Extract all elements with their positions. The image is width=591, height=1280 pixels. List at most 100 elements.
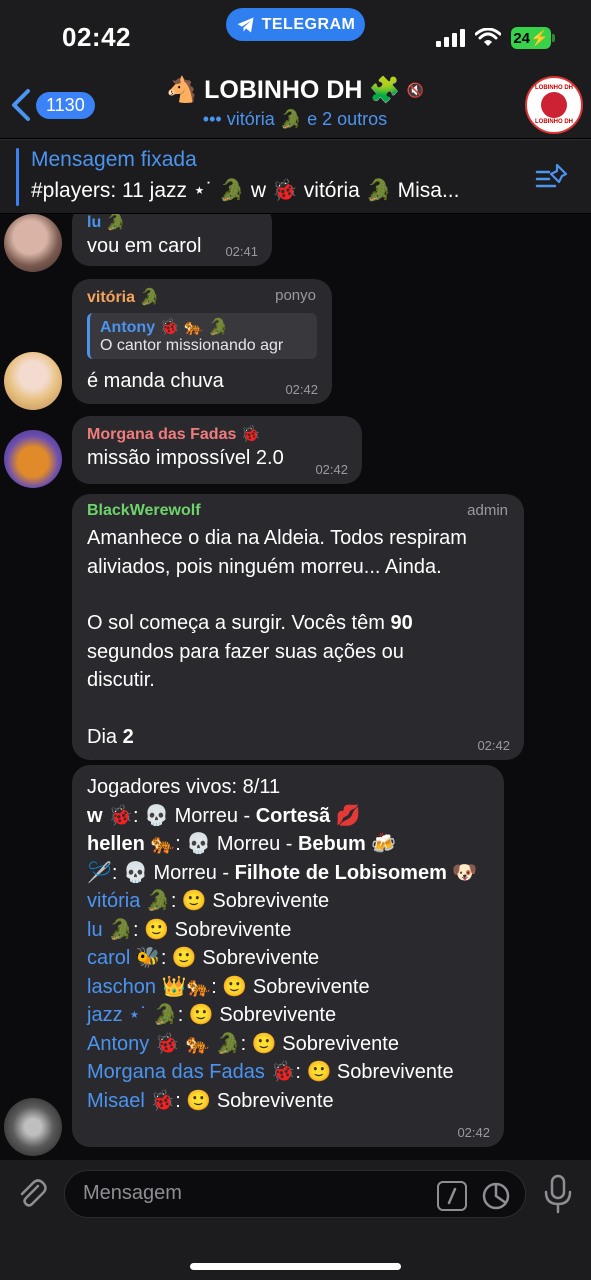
wifi-icon — [475, 28, 501, 46]
alive-player-row: vitória 🐊: 🙂 Sobrevivente — [87, 887, 489, 916]
composer — [0, 1160, 591, 1280]
clock: 02:42 — [62, 22, 131, 52]
typing-status: ••• vitória 🐊 e 2 outros — [202, 109, 388, 129]
paperclip-icon[interactable] — [14, 1176, 50, 1212]
player-status: : 🙂 Sobrevivente — [160, 947, 320, 969]
player-status: : 🙂 Sobrevivente — [175, 1089, 334, 1112]
signal-icon — [436, 29, 465, 47]
chat-header: 1130 🐴 LOBINHO DH 🧩 🔇 ••• vitória 🐊 e 2 … — [0, 70, 591, 138]
message-time: 02:41 — [225, 244, 258, 259]
alive-player-row: jazz ⋆˙ 🐊: 🙂 Sobrevivente — [87, 1001, 489, 1030]
player-mention[interactable]: lu 🐊 — [87, 919, 133, 941]
player-status: : 🙂 Sobrevivente — [133, 918, 292, 941]
players-list: Jogadores vivos: 8/11 w 🐞: 💀 Morreu - Co… — [87, 773, 489, 1115]
message-bubble[interactable]: vitória 🐊 ponyo Antony 🐞 🐅 🐊 O cantor mi… — [72, 279, 332, 404]
alive-player-row: Misael 🐞: 🙂 Sobrevivente — [87, 1087, 489, 1116]
player-status: : 🙂 Sobrevivente — [295, 1061, 454, 1083]
player-status: : 🙂 Sobrevivente — [211, 975, 370, 998]
message-line: Dia 2 — [87, 723, 509, 752]
sender-name[interactable]: lu 🐊 — [87, 214, 257, 232]
alive-player-row: Antony 🐞 🐅 🐊: 🙂 Sobrevivente — [87, 1030, 489, 1059]
sender-name[interactable]: BlackWerewolf — [87, 502, 509, 520]
player-name: hellen 🐅 — [87, 833, 176, 855]
battery-level: 24 — [513, 29, 530, 47]
message-bubble[interactable]: lu 🐊 vou em carol 02:41 — [72, 214, 272, 266]
sender-role: ponyo — [275, 287, 316, 304]
message-list[interactable]: lu 🐊 vou em carol 02:41 vitória 🐊 ponyo … — [0, 214, 591, 1160]
avatar-morgana[interactable] — [4, 430, 62, 488]
message-line: Amanhece o dia na Aldeia. Todos respiram — [87, 527, 467, 549]
message-text: Amanhece o dia na Aldeia. Todos respiram… — [87, 524, 509, 751]
player-mention[interactable]: Morgana das Fadas 🐞 — [87, 1061, 295, 1083]
player-status: : 💀 Morreu - — [133, 804, 256, 827]
alive-player-row: Morgana das Fadas 🐞: 🙂 Sobrevivente — [87, 1058, 489, 1087]
alive-player-row: lu 🐊: 🙂 Sobrevivente — [87, 916, 489, 945]
player-status: : 💀 Morreu - — [175, 833, 298, 855]
avatar-lu[interactable] — [4, 214, 62, 272]
pinned-indicator — [16, 148, 19, 206]
day-label: Dia — [87, 725, 123, 748]
dead-player-row: w 🐞: 💀 Morreu - Cortesã 💋 — [87, 802, 489, 831]
chevron-left-icon — [12, 89, 30, 121]
sender-name[interactable]: Morgana das Fadas 🐞 — [87, 424, 347, 444]
dead-player-row: 🪡: 💀 Morreu - Filhote de Lobisomem 🐶 — [87, 859, 489, 888]
battery-icon: 24 ⚡ — [511, 27, 555, 49]
message-line-part: O sol começa a surgir. Vocês têm — [87, 612, 391, 634]
player-mention[interactable]: Misael 🐞 — [87, 1090, 175, 1112]
pinned-message-bar[interactable]: Mensagem fixada #players: 11 jazz ⋆˙ 🐊 w… — [0, 139, 591, 213]
message-input[interactable] — [83, 1182, 403, 1205]
reply-text: O cantor missionando agr — [100, 337, 284, 354]
back-button[interactable]: 1130 — [10, 88, 95, 122]
chat-title-area[interactable]: 🐴 LOBINHO DH 🧩 🔇 ••• vitória 🐊 e 2 outro… — [150, 76, 440, 130]
message-bubble[interactable]: BlackWerewolf admin Amanhece o dia na Al… — [72, 494, 524, 760]
message-time: 02:42 — [477, 738, 510, 753]
message-input-box[interactable] — [64, 1170, 526, 1218]
message-text: missão impossível 2.0 — [87, 447, 284, 469]
player-mention[interactable]: laschon 👑🐅 — [87, 976, 211, 998]
player-status: : 🙂 Sobrevivente — [177, 1004, 337, 1026]
group-avatar-text-bottom: LOBINHO DH — [535, 119, 573, 125]
player-status: : 💀 Morreu - — [111, 861, 235, 884]
avatar-vitoria[interactable] — [4, 352, 62, 410]
player-mention[interactable]: Antony 🐞 🐅 🐊 — [87, 1033, 241, 1055]
alive-player-row: laschon 👑🐅: 🙂 Sobrevivente — [87, 973, 489, 1002]
player-status: : 🙂 Sobrevivente — [170, 890, 330, 912]
pinned-list-icon[interactable] — [535, 162, 569, 192]
status-icons: 24 ⚡ — [436, 27, 555, 49]
players-header: Jogadores vivos: 8/11 — [87, 776, 281, 798]
group-avatar[interactable]: LOBINHO DH LOBINHO DH — [525, 76, 583, 134]
alive-player-row: carol 🐝: 🙂 Sobrevivente — [87, 944, 489, 973]
message-line: segundos para fazer suas ações ou — [87, 640, 404, 663]
player-role: Bebum 🍻 — [297, 833, 397, 855]
day-value: 2 — [122, 725, 134, 748]
message-line: discutir. — [87, 669, 155, 691]
message-bubble[interactable]: Morgana das Fadas 🐞 missão impossível 2.… — [72, 416, 362, 484]
telegram-pill[interactable]: TELEGRAM — [226, 8, 365, 41]
message-time: 02:42 — [315, 462, 348, 477]
dead-player-row: hellen 🐅: 💀 Morreu - Bebum 🍻 — [87, 830, 489, 859]
player-mention[interactable]: jazz ⋆˙ 🐊 — [87, 1004, 178, 1026]
sender-role: admin — [467, 502, 508, 519]
pinned-text: #players: 11 jazz ⋆˙ 🐊 w 🐞 vitória 🐊 Mis… — [31, 179, 460, 202]
wolf-icon — [541, 92, 567, 118]
message-bold-value: 90 — [390, 612, 413, 634]
message-time: 02:42 — [457, 1125, 490, 1140]
message-bubble[interactable]: Jogadores vivos: 8/11 w 🐞: 💀 Morreu - Co… — [72, 765, 504, 1147]
reply-quote[interactable]: Antony 🐞 🐅 🐊 O cantor missionando agr — [87, 313, 317, 359]
player-mention[interactable]: vitória 🐊 — [87, 890, 171, 912]
player-role: Cortesã 💋 — [255, 804, 361, 827]
message-line: O sol começa a surgir. Vocês têm 90 — [87, 609, 509, 638]
avatar-blackwerewolf[interactable] — [4, 1098, 62, 1156]
microphone-icon[interactable] — [543, 1174, 573, 1214]
chat-title: 🐴 LOBINHO DH 🧩 🔇 — [150, 76, 440, 105]
group-avatar-text-top: LOBINHO DH — [535, 85, 573, 91]
sticker-icon[interactable] — [481, 1181, 511, 1211]
status-bar: 02:42 TELEGRAM 24 ⚡ — [0, 0, 591, 70]
reply-author: Antony 🐞 🐅 🐊 — [100, 319, 229, 336]
player-mention[interactable]: carol 🐝 — [87, 947, 161, 969]
player-name: w 🐞 — [87, 804, 134, 827]
mute-icon: 🔇 — [406, 82, 424, 98]
message-time: 02:42 — [285, 382, 318, 397]
bot-command-icon[interactable] — [437, 1181, 467, 1211]
home-indicator[interactable] — [190, 1263, 401, 1270]
